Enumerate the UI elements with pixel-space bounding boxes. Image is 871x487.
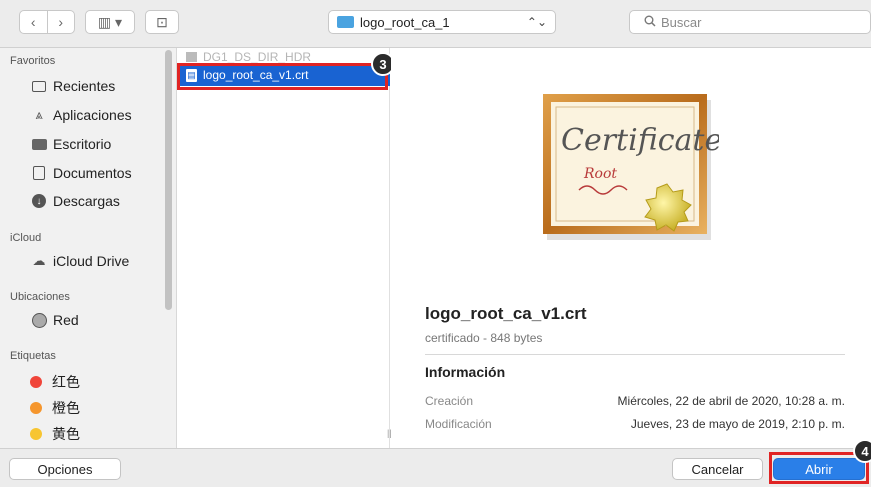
search-placeholder: Buscar [661, 14, 702, 30]
info-key: Modificación [425, 417, 492, 431]
annotation-box-3 [177, 63, 388, 90]
applications-icon: ⩓ [35, 107, 43, 122]
sidebar-item-icloud-drive[interactable]: ☁ iCloud Drive [30, 250, 130, 272]
path-dropdown[interactable]: logo_root_ca_1 ⌃⌄ [328, 10, 556, 34]
sidebar-item-label: iCloud Drive [53, 253, 130, 269]
clock-icon [30, 79, 48, 94]
divider [425, 354, 845, 355]
sidebar-item-label: Escritorio [53, 136, 112, 152]
sidebar-item-tag-yellow[interactable]: 黄色 [30, 423, 80, 445]
section-locations: Ubicaciones [10, 291, 70, 303]
search-input[interactable]: Buscar [629, 10, 871, 34]
network-icon [30, 312, 48, 328]
search-icon [644, 15, 656, 30]
section-favorites: Favoritos [10, 55, 56, 67]
preview-meta: certificado - 848 bytes [425, 331, 543, 345]
path-label: logo_root_ca_1 [360, 14, 450, 30]
sidebar-scrollbar[interactable] [165, 50, 172, 310]
sidebar-item-label: 红色 [52, 374, 80, 390]
tag-dot-icon [30, 376, 42, 388]
desktop-icon [30, 137, 48, 152]
folder-icon [186, 52, 197, 62]
annotation-badge-4: 4 [853, 439, 871, 463]
info-row-creation: Creación Miércoles, 22 de abril de 2020,… [425, 394, 845, 408]
file-name: DG1_DS_DIR_HDR [203, 50, 312, 64]
forward-button[interactable]: › [48, 11, 75, 33]
info-title: Información [425, 364, 506, 380]
documents-icon [30, 166, 48, 181]
preview-filename: logo_root_ca_v1.crt [425, 304, 587, 323]
sidebar-item-red[interactable]: Red [30, 309, 79, 331]
sidebar-item-tag-orange[interactable]: 橙色 [30, 397, 80, 419]
section-icloud: iCloud [10, 232, 42, 244]
info-value: Miércoles, 22 de abril de 2020, 10:28 a.… [617, 394, 845, 408]
sidebar-item-documentos[interactable]: Documentos [30, 162, 132, 184]
tag-dot-icon [30, 428, 42, 440]
sidebar-item-tag-red[interactable]: 红色 [30, 371, 80, 393]
info-value: Jueves, 23 de mayo de 2019, 2:10 p. m. [630, 417, 845, 431]
options-button[interactable]: Opciones [9, 458, 121, 480]
sidebar-item-label: 黄色 [52, 426, 80, 442]
back-button[interactable]: ‹ [20, 11, 48, 33]
preview-pane: Certificate Root logo_root_ca_v1.crt cer… [391, 48, 871, 448]
cert-title-text: Certificate [561, 123, 719, 158]
bottom-bar: Opciones Cancelar Abrir [0, 448, 871, 487]
cloud-icon: ☁ [32, 253, 46, 268]
sidebar-item-escritorio[interactable]: Escritorio [30, 133, 111, 155]
sidebar-item-aplicaciones[interactable]: ⩓ Aplicaciones [30, 104, 132, 126]
info-key: Creación [425, 394, 474, 408]
sidebar-item-label: 橙色 [52, 400, 80, 416]
certificate-preview-icon: Certificate Root [543, 94, 719, 240]
sidebar: Favoritos Recientes ⩓ Aplicaciones Escri… [0, 48, 177, 448]
sidebar-item-descargas[interactable]: ↓ Descargas [30, 190, 120, 212]
view-mode-button[interactable]: ▥ ▾ [85, 10, 135, 34]
section-tags: Etiquetas [10, 350, 56, 362]
sidebar-item-label: Descargas [53, 193, 120, 209]
nav-buttons: ‹ › [19, 10, 75, 34]
cert-subtitle-text: Root [583, 166, 617, 182]
file-row-faded[interactable]: DG1_DS_DIR_HDR [178, 50, 390, 64]
sidebar-item-label: Red [53, 312, 79, 328]
info-row-modification: Modificación Jueves, 23 de mayo de 2019,… [425, 417, 845, 431]
chevron-updown-icon: ⌃⌄ [526, 15, 547, 29]
toolbar: ‹ › ▥ ▾ ⊡ logo_root_ca_1 ⌃⌄ Buscar [0, 0, 871, 48]
sidebar-item-label: Aplicaciones [53, 107, 132, 123]
sidebar-item-label: Recientes [53, 78, 116, 94]
sidebar-item-recientes[interactable]: Recientes [30, 75, 115, 97]
tag-dot-icon [30, 402, 42, 414]
downloads-icon: ↓ [30, 194, 48, 209]
file-column: DG1_DS_DIR_HDR ▤ logo_root_ca_v1.crt || [178, 48, 392, 448]
folder-icon [337, 16, 354, 28]
new-folder-button[interactable]: ⊡ [145, 10, 179, 34]
sidebar-item-label: Documentos [53, 165, 132, 181]
cancel-button[interactable]: Cancelar [672, 458, 763, 480]
